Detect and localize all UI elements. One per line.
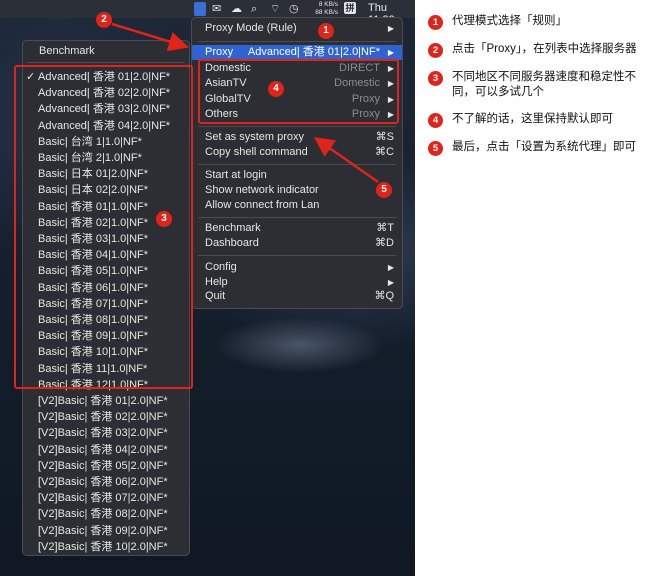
legend-text: 代理模式选择「规则」: [452, 15, 567, 27]
arrow-to-system-proxy: [313, 137, 379, 184]
badge-3: 3: [156, 211, 172, 227]
instruction-legend: 1 代理模式选择「规则」 2 点击「Proxy」，在列表中选择服务器 3 不同地…: [428, 0, 660, 576]
legend-text: 不同地区不同服务器速度和稳定性不同，可以多试几个: [452, 71, 636, 98]
legend-number: 2: [428, 43, 443, 58]
badge-5: 5: [376, 182, 392, 198]
legend-text: 不了解的话，这里保持默认即可: [452, 113, 613, 125]
legend-number: 3: [428, 71, 443, 86]
legend-item: 3 不同地区不同服务器速度和稳定性不同，可以多试几个: [428, 70, 656, 104]
legend-number: 4: [428, 113, 443, 128]
legend-item: 2 点击「Proxy」，在列表中选择服务器: [428, 42, 656, 60]
annotation-arrows: [111, 22, 379, 184]
arrow-to-proxy: [111, 22, 189, 52]
legend-text: 点击「Proxy」，在列表中选择服务器: [452, 43, 637, 55]
legend-text: 最后，点击「设置为系统代理」即可: [452, 141, 636, 153]
legend-item: 1 代理模式选择「规则」: [428, 14, 656, 32]
badge-4: 4: [268, 81, 284, 97]
legend-item: 5 最后，点击「设置为系统代理」即可: [428, 140, 656, 158]
badge-2: 2: [96, 12, 112, 28]
legend-item: 4 不了解的话，这里保持默认即可: [428, 112, 656, 130]
screenshot-area: ✉ ☁ ⌕ ⌔ ◷ 8 KB/s 88 KB/s 拼 Thu 11:33 Pro…: [0, 0, 415, 576]
badge-1: 1: [318, 23, 334, 39]
legend-number: 5: [428, 141, 443, 156]
legend-number: 1: [428, 15, 443, 30]
